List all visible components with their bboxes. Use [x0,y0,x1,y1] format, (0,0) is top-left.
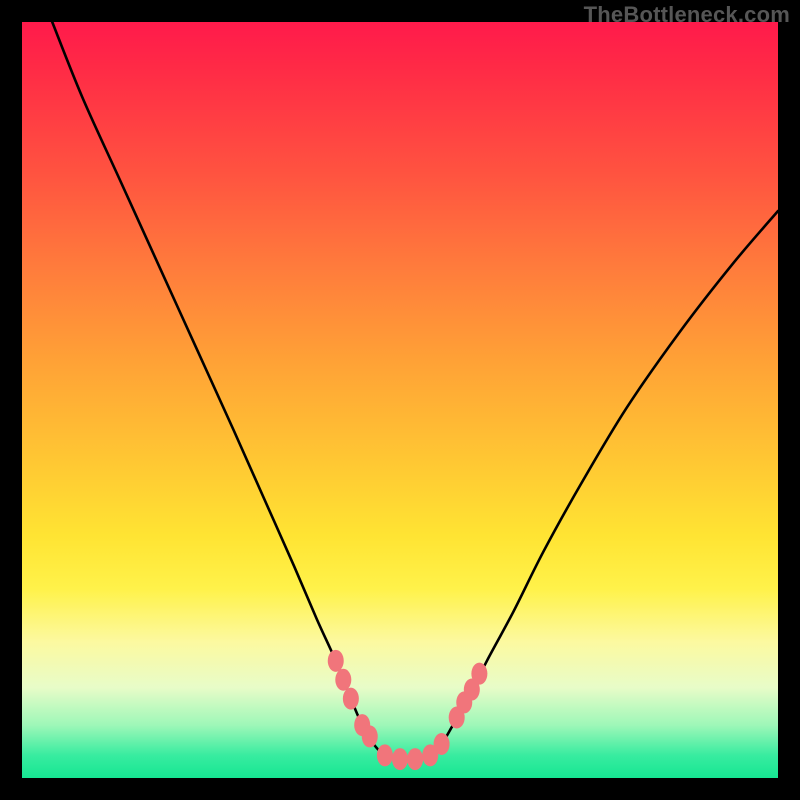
curve-marker [335,669,351,691]
curve-marker [362,725,378,747]
curve-marker [328,650,344,672]
curve-marker [434,733,450,755]
bottleneck-curve-chart [22,22,778,778]
curve-marker [343,688,359,710]
curve-markers [328,650,488,770]
curve-marker [471,663,487,685]
curve-marker [392,748,408,770]
curve-marker [377,744,393,766]
curve-marker [407,748,423,770]
watermark-label: TheBottleneck.com [584,2,790,28]
curve-line [52,22,778,760]
